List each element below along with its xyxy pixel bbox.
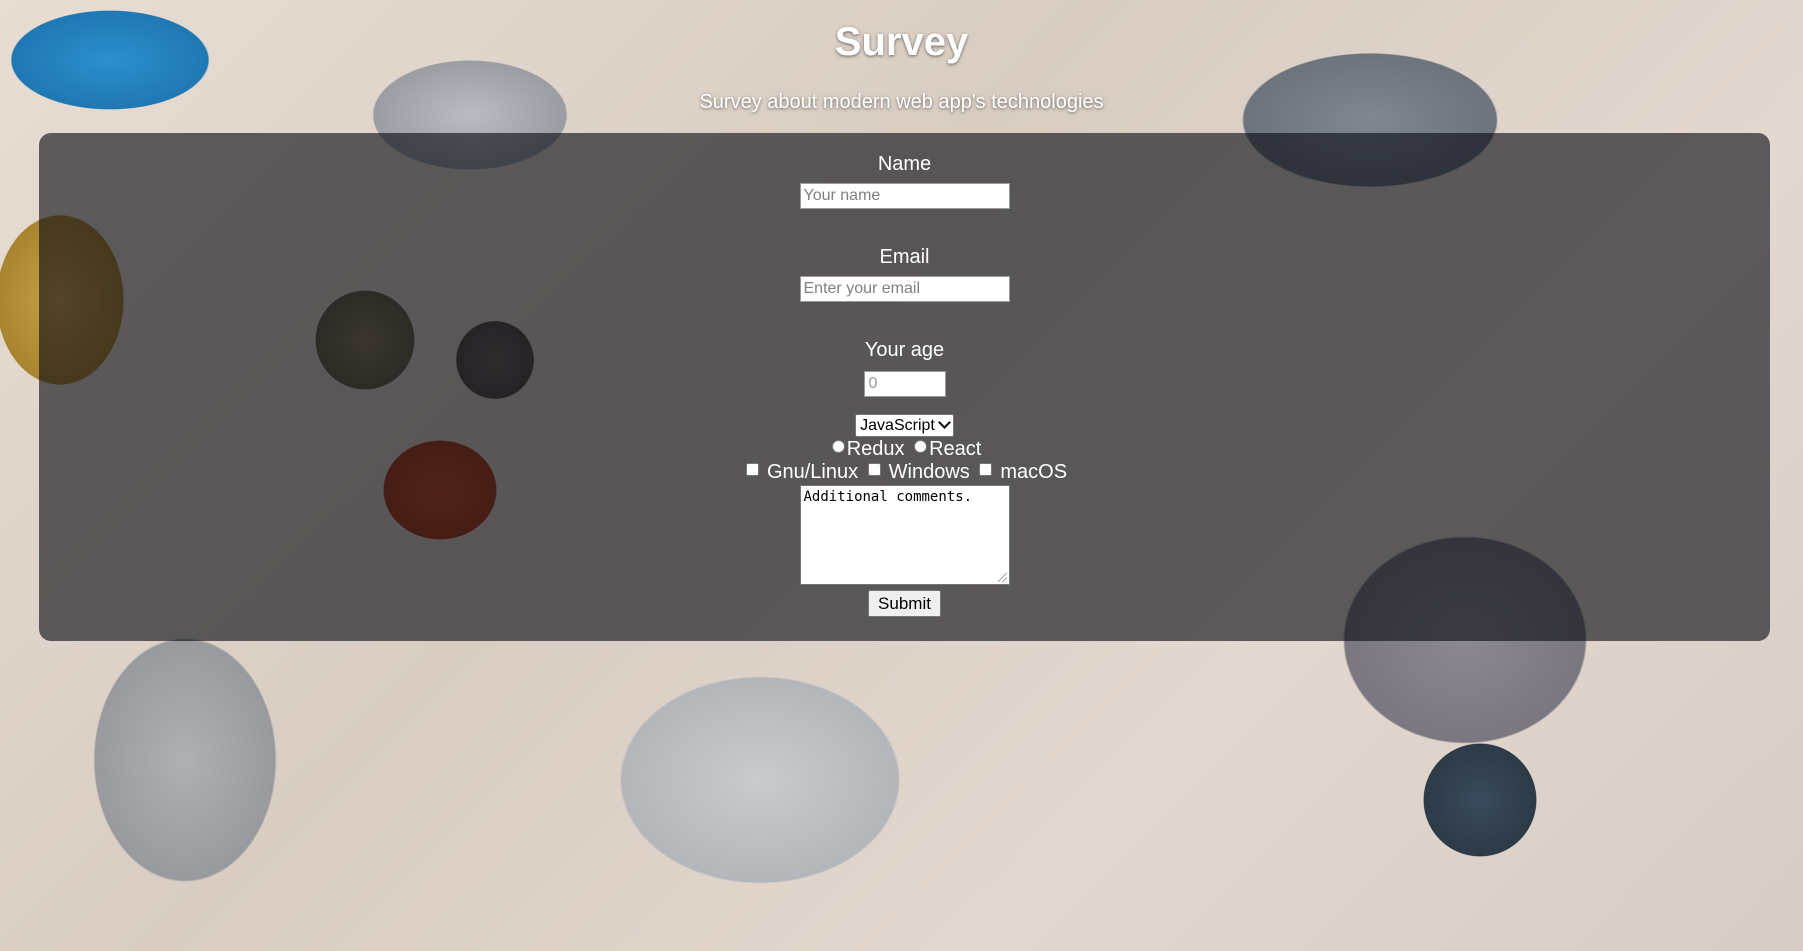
comments-textarea[interactable]: Additional comments. <box>799 485 1010 585</box>
page-title: Survey <box>834 20 969 64</box>
radio-react[interactable] <box>914 440 928 453</box>
language-select[interactable]: JavaScript <box>855 414 954 437</box>
survey-page: { "header": { "title": "Survey", "descri… <box>0 0 1803 951</box>
checkbox-gnu-linux-label: Gnu/Linux <box>766 461 859 483</box>
name-input[interactable] <box>799 183 1010 209</box>
age-input[interactable] <box>863 371 946 397</box>
submit-button[interactable]: Submit <box>868 590 941 617</box>
comments-text: Additional comments. <box>803 489 973 505</box>
radio-redux-label: Redux <box>846 438 905 460</box>
email-label: Email <box>879 246 930 268</box>
radio-group: Redux React <box>39 438 1770 461</box>
email-input[interactable] <box>799 276 1010 302</box>
language-select-value: JavaScript <box>860 417 935 434</box>
age-label: Your age <box>864 339 945 361</box>
radio-redux[interactable] <box>831 440 845 453</box>
language-select-wrap: JavaScript <box>39 414 1770 438</box>
checkbox-gnu-linux[interactable] <box>745 463 759 476</box>
checkbox-macos-label: macOS <box>1000 461 1068 483</box>
chevron-down-icon <box>937 416 951 429</box>
survey-header: Survey Survey about modern web app's tec… <box>0 0 1803 114</box>
checkbox-macos[interactable] <box>979 463 993 476</box>
radio-react-label: React <box>929 438 982 460</box>
resize-handle-icon[interactable] <box>997 573 1007 582</box>
name-label: Name <box>877 153 932 175</box>
page-description: Survey about modern web app's technologi… <box>699 91 1104 113</box>
survey-form: Name Email Your age JavaScript Redux Rea… <box>39 133 1770 641</box>
checkbox-windows[interactable] <box>867 463 881 476</box>
checkbox-group: Gnu/Linux Windows macOS <box>39 461 1770 484</box>
checkbox-windows-label: Windows <box>888 461 970 483</box>
